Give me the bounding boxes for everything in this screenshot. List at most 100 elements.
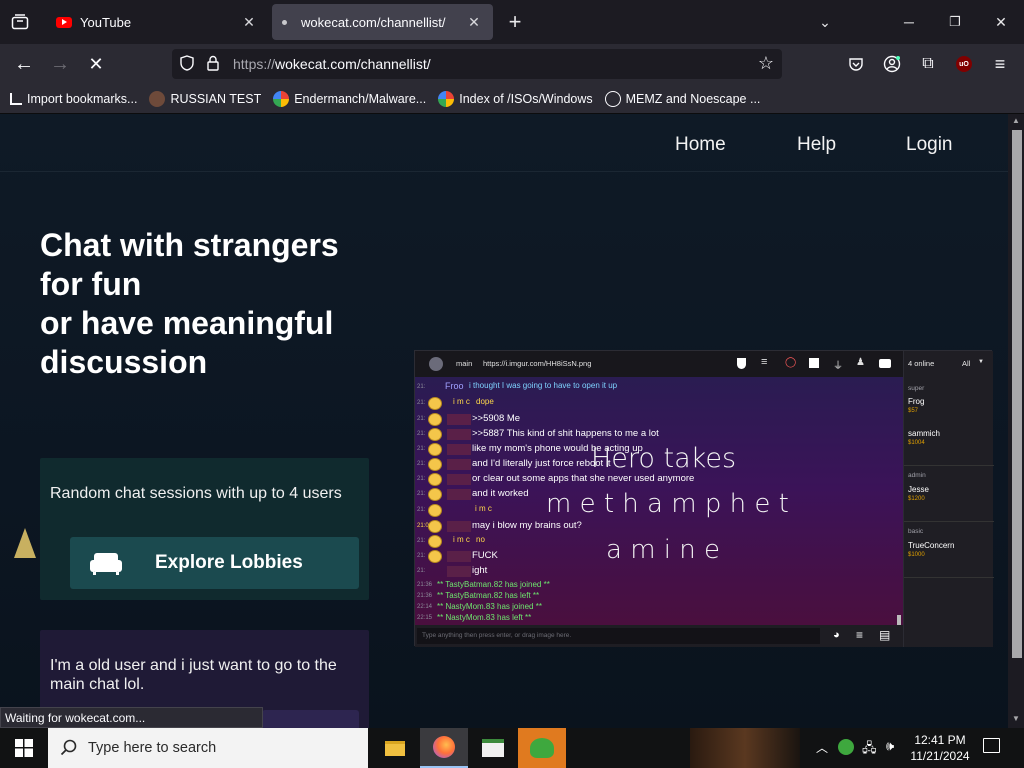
message-time: 21: (417, 446, 426, 452)
bookmark-memz[interactable]: MEMZ and Noescape ... (604, 90, 761, 107)
lock-icon (207, 55, 219, 76)
explore-lobbies-button[interactable]: Explore Lobbies (70, 537, 359, 589)
close-icon[interactable]: ✕ (240, 13, 258, 31)
main-chat-button[interactable] (262, 710, 359, 728)
hamburger-icon: ≡ (994, 53, 1006, 74)
account-button[interactable] (878, 50, 906, 78)
page-scrollbar[interactable]: ▲ ▼ (1008, 114, 1024, 728)
bookmark-label: RUSSIAN TEST (170, 91, 262, 106)
button-label: Explore Lobbies (155, 552, 303, 573)
hero-line: Chat with strangers (40, 227, 339, 263)
nav-help-link[interactable]: Help (797, 134, 836, 156)
preview-top-bar: main https://i.imgur.com/HH8iSsN.png ≡ ◯… (415, 351, 903, 377)
message-name: i m c (475, 504, 492, 513)
tab-youtube[interactable]: YouTube ✕ (48, 4, 268, 40)
message-text: >>5887 This kind of shit happens to me a… (472, 428, 659, 439)
tab-list-icon (11, 14, 29, 30)
sliders-icon: ≡ (761, 356, 768, 368)
chevron-down-icon: ▼ (978, 359, 984, 365)
star-icon[interactable]: ☆ (758, 53, 774, 74)
volume-icon[interactable]: 🕪 (886, 738, 894, 754)
emoji-avatar (428, 473, 442, 486)
bookmark-russian-test[interactable]: RUSSIAN TEST (149, 90, 262, 107)
message-name: i m c (453, 397, 470, 406)
minimize-button[interactable]: ─ (886, 0, 932, 44)
chevron-up-icon[interactable]: ︿ (816, 739, 828, 756)
system-text: ** NastyMom.83 has joined ** (437, 602, 542, 611)
network-icon[interactable]: 🖧 (862, 739, 877, 761)
name-block (447, 414, 471, 425)
overlay-text: Hero takes (591, 443, 737, 474)
youtube-icon (879, 359, 891, 368)
user-section: admin (908, 472, 926, 479)
scroll-thumb[interactable] (1012, 130, 1022, 658)
message-time: 21:36 (417, 593, 433, 599)
bookmarks-toolbar: Import bookmarks... RUSSIAN TEST Enderma… (0, 84, 1024, 114)
message-text: no (476, 535, 485, 544)
message-text: may i blow my brains out? (472, 520, 582, 531)
scroll-up-icon[interactable]: ▲ (1012, 116, 1020, 125)
grid-icon: ▤ (879, 628, 891, 642)
filter-select: All (962, 359, 971, 368)
message-time: 21: (417, 400, 426, 406)
nav-home-link[interactable]: Home (675, 134, 726, 156)
pocket-button[interactable] (842, 50, 870, 78)
taskbar-firefox[interactable] (420, 728, 468, 768)
message-time: 21: (417, 507, 426, 513)
bookmark-endermanch[interactable]: Endermanch/Malware... (273, 90, 426, 107)
taskbar-search-box[interactable]: Type here to search (48, 728, 368, 768)
menu-button[interactable]: ≡ (986, 50, 1014, 78)
cat-icon (14, 528, 36, 558)
cat-logo-icon (429, 357, 443, 371)
scroll-down-icon[interactable]: ▼ (1012, 714, 1020, 723)
close-window-button[interactable]: ✕ (978, 0, 1024, 44)
message-name: i m c (453, 535, 470, 544)
system-text: ** TastyBatman.82 has left ** (437, 591, 540, 600)
restore-button[interactable]: ❐ (932, 0, 978, 44)
restore-icon: ❐ (949, 14, 961, 29)
shield-icon (737, 358, 746, 369)
list-all-tabs-button[interactable]: ⌄ (802, 0, 848, 44)
plus-icon: + (508, 9, 522, 34)
close-icon[interactable]: ✕ (465, 13, 483, 31)
message-time: 21: (417, 538, 426, 544)
notifications-icon[interactable] (983, 738, 1000, 753)
message-text: >>5908 Me (472, 413, 521, 424)
taskbar-clock[interactable]: 12:41 PM 11/21/2024 (908, 732, 972, 764)
new-tab-button[interactable]: + (492, 0, 538, 44)
bookmark-isos[interactable]: Index of /ISOs/Windows (438, 90, 593, 107)
tab-overview-button[interactable] (0, 0, 40, 44)
bookmark-import[interactable]: Import bookmarks... (10, 92, 137, 106)
puzzle-icon: ⧉ (922, 55, 934, 72)
bookmark-label: MEMZ and Noescape ... (625, 91, 761, 106)
nav-login-link[interactable]: Login (906, 134, 953, 156)
taskbar-file-explorer[interactable] (371, 728, 419, 768)
google-icon (273, 90, 290, 107)
stop-button[interactable]: ✕ (82, 50, 110, 78)
taskbar-green-app[interactable] (518, 728, 566, 768)
forward-button[interactable]: → (46, 50, 74, 78)
emoji-avatar (428, 504, 442, 517)
preview-user-list: 4 online All ▼ super Frog $57 sammich $1… (903, 351, 994, 647)
back-button[interactable]: ← (10, 50, 38, 78)
user-icon: ♟ (856, 357, 865, 368)
message-time: 21: (417, 568, 426, 574)
url-bar[interactable]: https://wokecat.com/channellist/ ☆ (172, 49, 782, 79)
tray-app-icon[interactable] (838, 739, 854, 755)
emoji-avatar (428, 413, 442, 426)
shield-icon (180, 55, 194, 76)
taskbar-app-window[interactable] (469, 728, 517, 768)
couch-icon (90, 553, 122, 575)
start-button[interactable] (0, 728, 48, 768)
user-cash: $1000 (908, 552, 925, 558)
globe-icon (604, 90, 621, 107)
user-name: TrueConcern (908, 541, 955, 550)
close-icon: ✕ (995, 13, 1007, 30)
youtube-icon (56, 16, 72, 28)
tab-wokecat[interactable]: wokecat.com/channellist/ ✕ (272, 4, 493, 40)
extensions-button[interactable]: ⧉ (914, 50, 942, 78)
emoji-avatar (428, 443, 442, 456)
ublock-button[interactable]: uO (950, 50, 978, 78)
chat-bubble-icon: ◯ (785, 357, 797, 368)
url-host-path: wokecat.com/channellist/ (275, 56, 431, 72)
